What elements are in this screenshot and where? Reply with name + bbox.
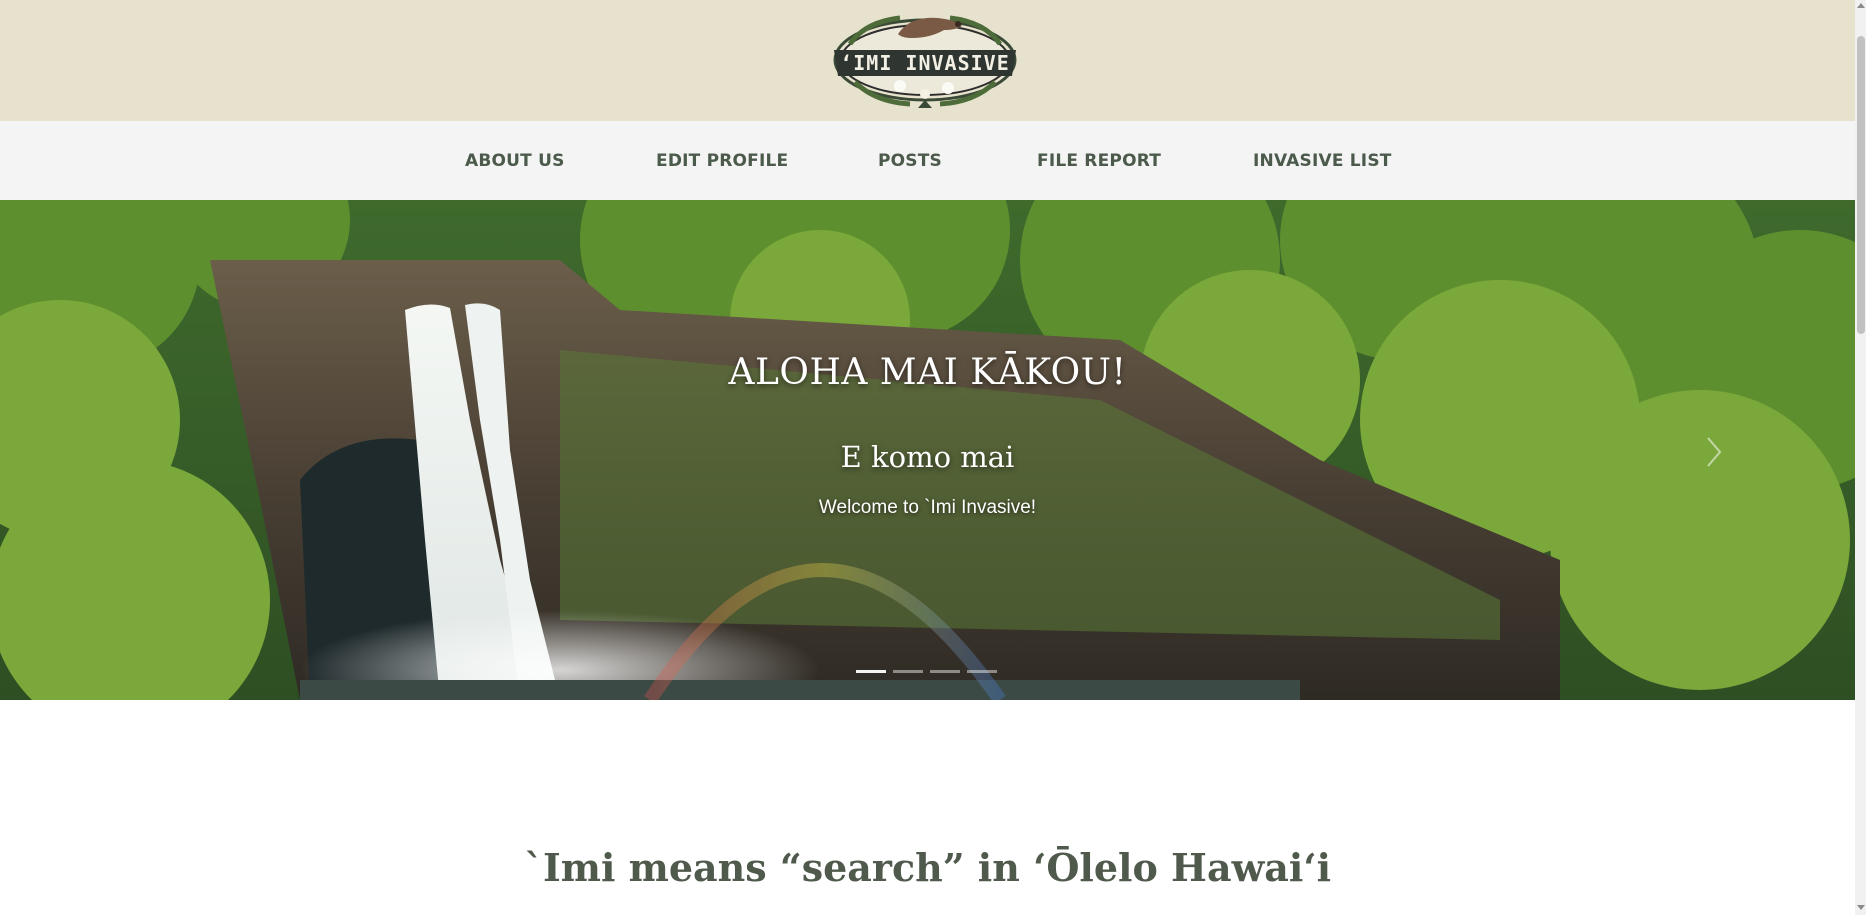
intro-heading: `Imi means “search” in ʻŌlelo Hawaiʻi [523,845,1332,890]
main-nav: ABOUT US EDIT PROFILE POSTS FILE REPORT … [0,121,1855,200]
logo-text: ʻIMI INVASIVE [840,51,1010,75]
page: ʻIMI INVASIVE ABOUT US EDIT PROFILE POST… [0,0,1855,915]
nav-file-report[interactable]: FILE REPORT [1037,151,1161,171]
nav-posts[interactable]: POSTS [878,151,942,171]
carousel-next-button[interactable] [1700,430,1728,474]
site-header: ʻIMI INVASIVE [0,0,1855,121]
carousel-indicator-1[interactable] [856,670,886,673]
carousel-indicator-4[interactable] [967,670,997,673]
scroll-up-arrow-icon[interactable] [1857,3,1865,8]
scrollbar-thumb[interactable] [1857,36,1865,334]
imi-invasive-logo[interactable]: ʻIMI INVASIVE [830,4,1020,108]
hero-carousel: ALOHA MAI KĀKOU! E komo mai Welcome to `… [0,200,1855,700]
scroll-down-arrow-icon[interactable] [1857,905,1865,910]
logo-graphic: ʻIMI INVASIVE [833,15,1017,108]
hero-title: ALOHA MAI KĀKOU! [728,352,1127,393]
nav-edit-profile[interactable]: EDIT PROFILE [656,151,788,171]
carousel-indicator-3[interactable] [930,670,960,673]
nav-invasive-list[interactable]: INVASIVE LIST [1253,151,1392,171]
hero-subtitle: E komo mai [840,440,1015,474]
chevron-right-icon [1707,437,1722,467]
carousel-indicator-2[interactable] [893,670,923,673]
hero-caption: Welcome to `Imi Invasive! [818,497,1037,518]
nav-about-us[interactable]: ABOUT US [465,151,565,171]
